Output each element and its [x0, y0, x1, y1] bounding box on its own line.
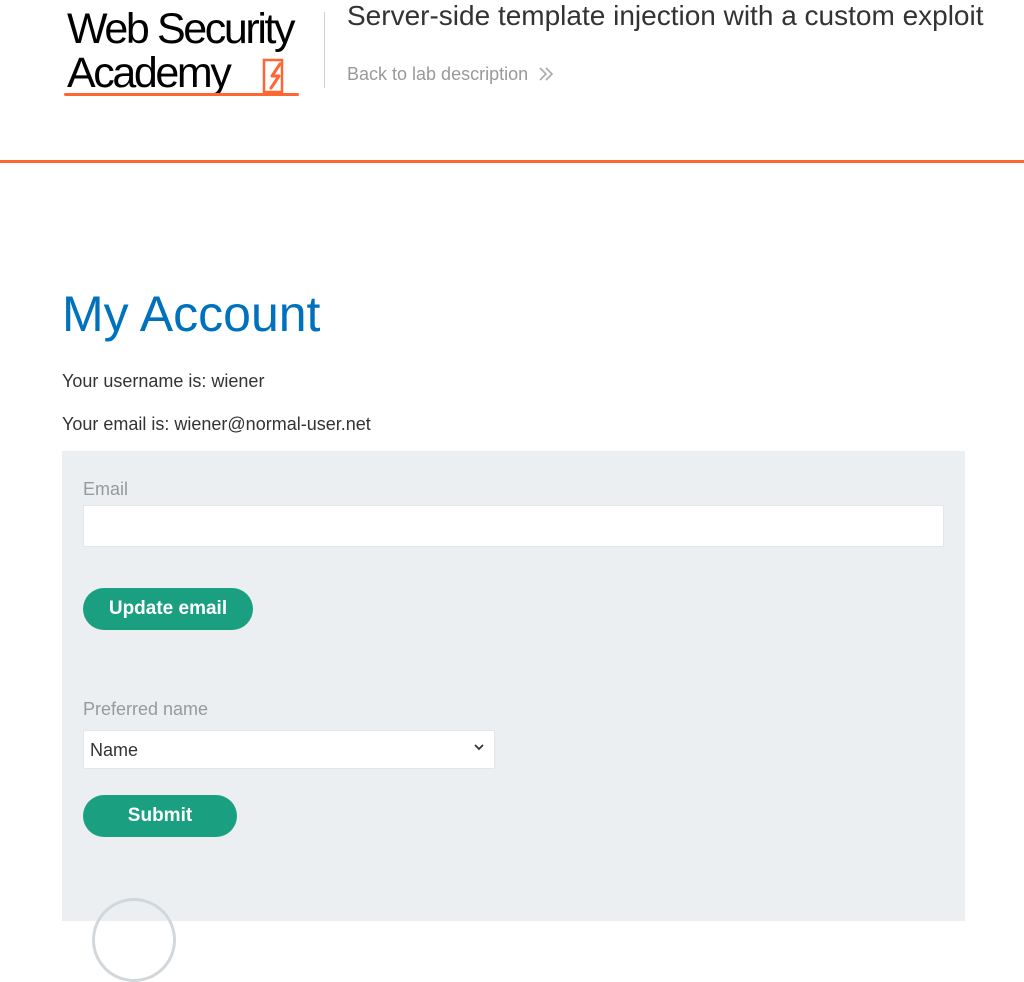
back-to-lab-description-link[interactable]: Back to lab description [347, 62, 554, 86]
update-email-button[interactable]: Update email [83, 588, 253, 630]
logo-text-line2: Academy [67, 49, 232, 97]
chevron-down-icon [474, 744, 484, 751]
page-title: My Account [62, 286, 321, 342]
lightning-bolt-icon [262, 58, 284, 94]
web-security-academy-logo[interactable]: Web Security Academy [64, 4, 326, 100]
email-input[interactable] [83, 505, 944, 547]
logo-underline [64, 93, 299, 96]
username-info: Your username is: wiener [62, 371, 265, 391]
double-chevron-right-icon [539, 67, 554, 81]
submit-button[interactable]: Submit [83, 795, 237, 837]
lab-title: Server-side template injection with a cu… [347, 0, 984, 31]
email-info: Your email is: wiener@normal-user.net [62, 414, 371, 434]
email-label: Email [83, 479, 129, 499]
preferred-name-selected-value: Name [90, 740, 139, 760]
page-header: Web Security Academy Server-side templat… [0, 0, 1024, 163]
logo-text-line1: Web Security [67, 5, 296, 53]
back-link-label: Back to lab description [347, 64, 529, 84]
avatar-circle [92, 898, 176, 982]
preferred-name-select[interactable]: Name [83, 730, 495, 769]
logo-divider [324, 12, 325, 88]
preferred-name-label: Preferred name [83, 699, 209, 719]
account-form-panel: Email Update email Preferred name Name S… [62, 451, 965, 982]
